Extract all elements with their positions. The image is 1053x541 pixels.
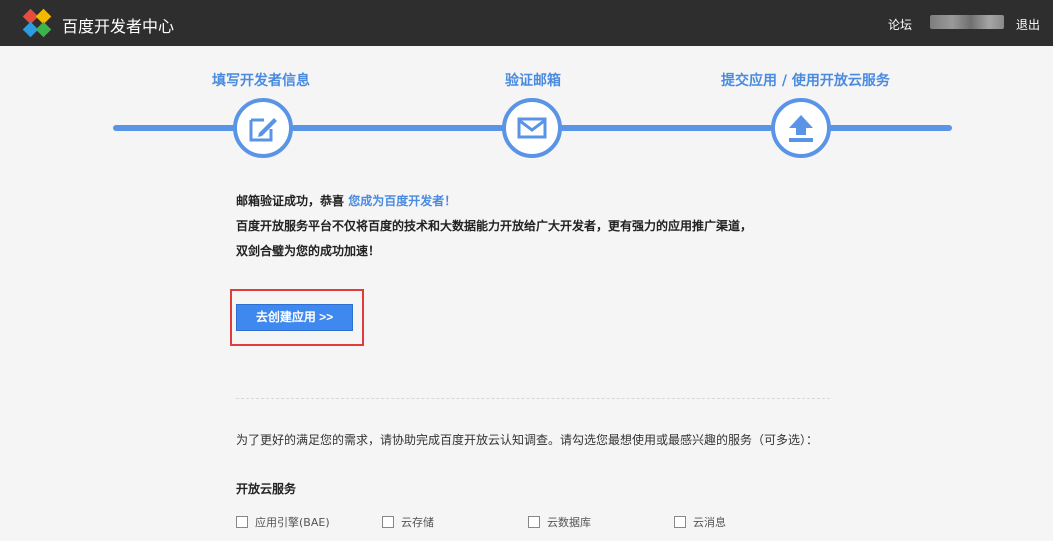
upload-icon [789,115,813,142]
option-bae[interactable]: 应用引擎(BAE) [236,514,330,530]
option-cloud-storage[interactable]: 云存储 [382,514,434,530]
checkbox-cloud-storage[interactable] [382,516,394,528]
option-cloud-database[interactable]: 云数据库 [528,514,591,530]
success-message-line3: 双剑合璧为您的成功加速！ [236,244,381,258]
cloud-services-title: 开放云服务 [236,482,297,496]
success-message-line2: 百度开放服务平台不仅将百度的技术和大数据能力开放给广大开发者，更有强力的应用推广… [236,219,753,233]
baidu-developer-logo[interactable] [22,8,52,38]
step-submit-app [771,98,831,158]
step-label-developer-info: 填写开发者信息 [212,73,310,89]
step-label-submit-app: 提交应用 / 使用开放云服务 [721,73,890,89]
step-verify-email [502,98,562,158]
edit-icon [249,118,277,142]
envelope-icon [517,117,547,139]
option-cloud-database-label: 云数据库 [547,516,591,529]
nav-logout-link[interactable]: 退出 [1016,16,1040,33]
checkbox-cloud-database[interactable] [528,516,540,528]
user-avatar-name[interactable] [930,15,1004,29]
success-prefix: 邮箱验证成功，恭喜 [236,194,345,208]
checkbox-bae[interactable] [236,516,248,528]
step-developer-info [233,98,293,158]
create-app-button[interactable]: 去创建应用 >> [236,304,353,331]
brand-title: 百度开发者中心 [62,17,175,36]
option-cloud-storage-label: 云存储 [401,516,434,529]
option-cloud-message-label: 云消息 [693,516,726,529]
step-label-verify-email: 验证邮箱 [505,73,561,89]
section-divider [236,398,830,399]
success-message-line1: 邮箱验证成功，恭喜 您成为百度开发者！ [236,192,456,209]
top-bar: 百度开发者中心 论坛 退出 [0,0,1053,46]
survey-prompt: 为了更好的满足您的需求，请协助完成百度开放云认知调查。请勾选您最想使用或最感兴趣… [236,433,819,447]
option-cloud-message[interactable]: 云消息 [674,514,726,530]
checkbox-cloud-message[interactable] [674,516,686,528]
success-highlight: 您成为百度开发者！ [348,194,457,208]
nav-forum-link[interactable]: 论坛 [888,16,912,33]
option-bae-label: 应用引擎(BAE) [255,516,330,529]
